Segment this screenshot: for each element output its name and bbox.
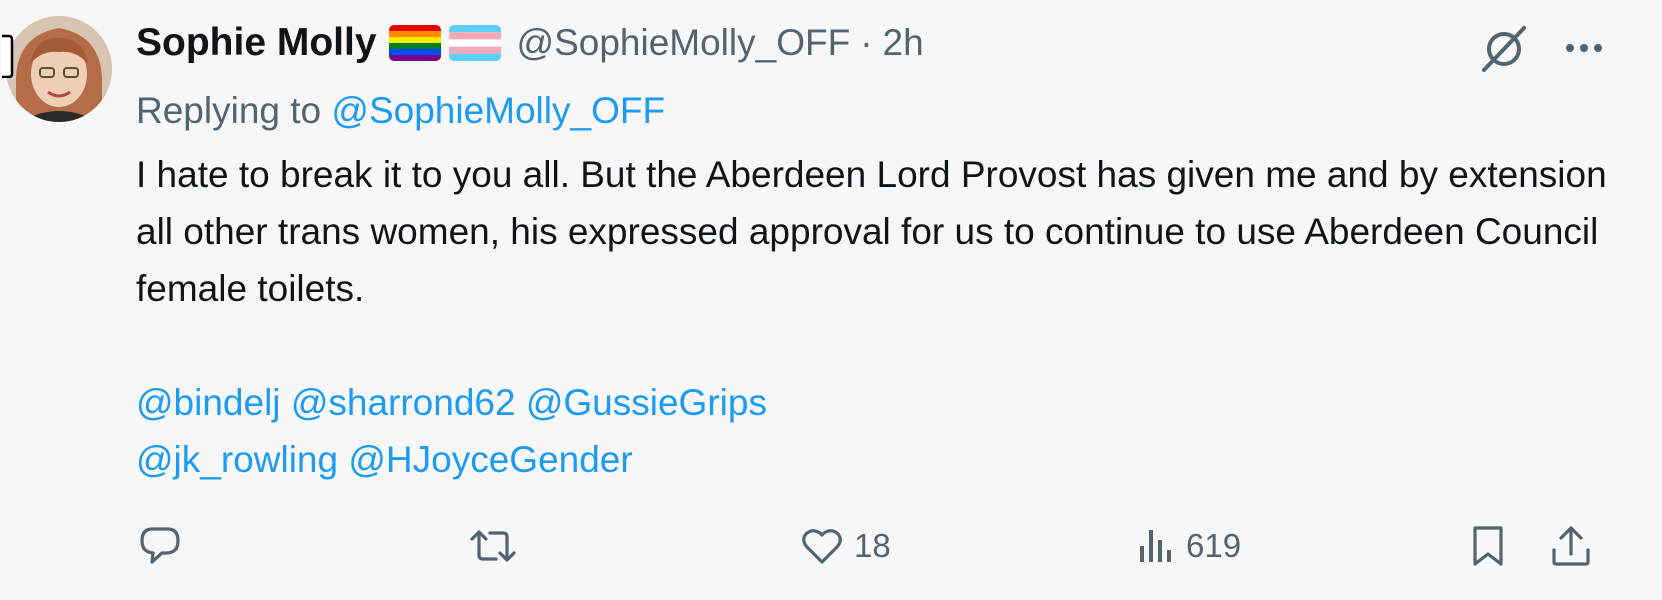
views-count: 619 <box>1186 527 1242 564</box>
retweet-button[interactable] <box>468 516 518 576</box>
author-handle[interactable]: @SophieMolly_OFF <box>517 22 851 64</box>
author-name[interactable]: Sophie Molly <box>136 21 377 65</box>
hand-cursor-icon <box>0 34 14 79</box>
speech-bubble-icon <box>138 525 182 567</box>
tweet-card[interactable]: Sophie Molly @SophieMolly_OFF · 2h Reply… <box>0 0 1662 600</box>
like-count: 18 <box>854 527 891 564</box>
reply-button[interactable] <box>138 516 182 576</box>
mention-link[interactable]: @sharrond62 <box>291 382 516 423</box>
replying-to: Replying to @SophieMolly_OFF <box>136 90 665 132</box>
avatar[interactable] <box>6 16 112 122</box>
mentions-line-1: @bindelj @sharrond62 @GussieGrips <box>136 374 767 431</box>
mention-link[interactable]: @bindelj <box>136 382 281 423</box>
mention-link[interactable]: @jk_rowling <box>136 439 338 480</box>
more-options-icon[interactable] <box>1560 28 1608 68</box>
retweet-icon <box>468 525 518 567</box>
transgender-flag-icon <box>448 25 501 61</box>
bar-chart-icon <box>1136 526 1176 566</box>
tweet-actions: 18 619 <box>0 516 1662 576</box>
mention-link[interactable]: @GussieGrips <box>526 382 767 423</box>
header-separator: · <box>860 22 873 63</box>
tweet-header: Sophie Molly @SophieMolly_OFF · 2h <box>136 18 924 68</box>
replying-to-label: Replying to <box>136 90 322 131</box>
views-button[interactable]: 619 <box>1136 516 1241 576</box>
heart-icon <box>800 526 844 566</box>
rainbow-pride-flag-icon <box>388 25 441 61</box>
like-button[interactable]: 18 <box>800 516 891 576</box>
tweet-text: I hate to break it to you all. But the A… <box>136 154 1607 309</box>
tweet-timestamp[interactable]: 2h <box>883 22 924 64</box>
grok-icon[interactable] <box>1478 22 1530 74</box>
replying-to-handle[interactable]: @SophieMolly_OFF <box>331 90 665 131</box>
share-icon <box>1550 524 1592 568</box>
tweet-mentions: @bindelj @sharrond62 @GussieGrips @jk_ro… <box>136 374 767 488</box>
share-button[interactable] <box>1550 516 1592 576</box>
bookmark-button[interactable] <box>1470 516 1506 576</box>
mentions-line-2: @jk_rowling @HJoyceGender <box>136 431 767 488</box>
bookmark-icon <box>1470 524 1506 568</box>
mention-link[interactable]: @HJoyceGender <box>348 439 632 480</box>
